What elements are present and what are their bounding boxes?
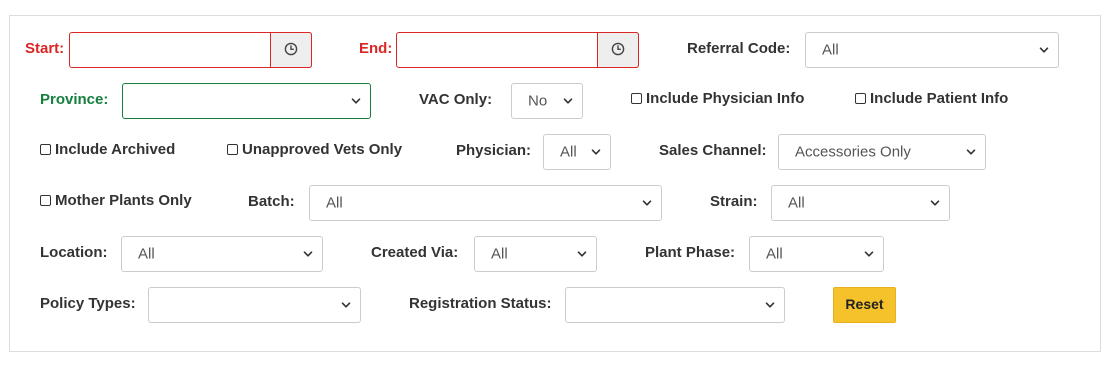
- chevron-down-icon: [765, 300, 775, 310]
- physician-select[interactable]: All: [543, 134, 611, 170]
- sales-channel-value: Accessories Only: [795, 143, 911, 161]
- policy-types-label: Policy Types:: [40, 295, 136, 312]
- registration-status-select[interactable]: [565, 287, 785, 323]
- chevron-down-icon: [966, 147, 976, 157]
- mother-plants-only-label: Mother Plants Only: [55, 192, 192, 209]
- plant-phase-select[interactable]: All: [749, 236, 884, 272]
- chevron-down-icon: [341, 300, 351, 310]
- chevron-down-icon: [1039, 45, 1049, 55]
- reset-button[interactable]: Reset: [833, 287, 896, 323]
- include-patient-info-checkbox[interactable]: Include Patient Info: [855, 90, 1008, 107]
- clock-icon: [284, 42, 298, 56]
- vac-only-value: No: [528, 92, 548, 110]
- strain-label: Strain:: [710, 193, 758, 210]
- checkbox-box[interactable]: [40, 195, 51, 206]
- chevron-down-icon: [577, 249, 587, 259]
- start-time-button[interactable]: [270, 32, 312, 68]
- end-time-button[interactable]: [597, 32, 639, 68]
- include-physician-info-label: Include Physician Info: [646, 90, 805, 107]
- chevron-down-icon: [303, 249, 313, 259]
- strain-value: All: [788, 194, 805, 212]
- sales-channel-select[interactable]: Accessories Only: [778, 134, 986, 170]
- include-archived-checkbox[interactable]: Include Archived: [40, 141, 175, 158]
- checkbox-box[interactable]: [631, 93, 642, 104]
- plant-phase-label: Plant Phase:: [645, 244, 736, 261]
- unapproved-vets-only-label: Unapproved Vets Only: [242, 141, 403, 158]
- checkbox-box[interactable]: [855, 93, 866, 104]
- include-patient-info-label: Include Patient Info: [870, 90, 1009, 107]
- strain-select[interactable]: All: [771, 185, 950, 221]
- province-label: Province:: [40, 91, 109, 108]
- end-date-field[interactable]: [396, 32, 639, 68]
- checkbox-box[interactable]: [40, 144, 51, 155]
- physician-label: Physician:: [456, 142, 532, 159]
- chevron-down-icon: [563, 96, 573, 106]
- referral-code-select[interactable]: All: [805, 32, 1059, 68]
- created-via-value: All: [491, 245, 508, 263]
- mother-plants-only-checkbox[interactable]: Mother Plants Only: [40, 192, 192, 209]
- clock-icon: [611, 42, 625, 56]
- unapproved-vets-only-checkbox[interactable]: Unapproved Vets Only: [227, 141, 402, 158]
- sales-channel-label: Sales Channel:: [659, 142, 767, 159]
- location-value: All: [138, 245, 155, 263]
- physician-value: All: [560, 143, 577, 161]
- batch-select[interactable]: All: [309, 185, 662, 221]
- chevron-down-icon: [930, 198, 940, 208]
- location-label: Location:: [40, 244, 108, 261]
- chevron-down-icon: [864, 249, 874, 259]
- chevron-down-icon: [351, 96, 361, 106]
- referral-code-value: All: [822, 41, 839, 59]
- plant-phase-value: All: [766, 245, 783, 263]
- chevron-down-icon: [642, 198, 652, 208]
- province-select[interactable]: [122, 83, 371, 119]
- include-physician-info-checkbox[interactable]: Include Physician Info: [631, 90, 804, 107]
- created-via-select[interactable]: All: [474, 236, 597, 272]
- filter-panel: Start: End: Referral Code: All Province:…: [9, 15, 1101, 352]
- registration-status-label: Registration Status:: [409, 295, 552, 312]
- chevron-down-icon: [591, 147, 601, 157]
- start-label: Start:: [25, 40, 65, 57]
- vac-only-label: VAC Only:: [419, 91, 493, 108]
- policy-types-select[interactable]: [148, 287, 361, 323]
- created-via-label: Created Via:: [371, 244, 459, 261]
- checkbox-box[interactable]: [227, 144, 238, 155]
- batch-value: All: [326, 194, 343, 212]
- referral-code-label: Referral Code:: [687, 40, 791, 57]
- vac-only-select[interactable]: No: [511, 83, 583, 119]
- start-date-field[interactable]: [69, 32, 312, 68]
- end-label: End:: [359, 40, 393, 57]
- location-select[interactable]: All: [121, 236, 323, 272]
- include-archived-label: Include Archived: [55, 141, 176, 158]
- batch-label: Batch:: [248, 193, 295, 210]
